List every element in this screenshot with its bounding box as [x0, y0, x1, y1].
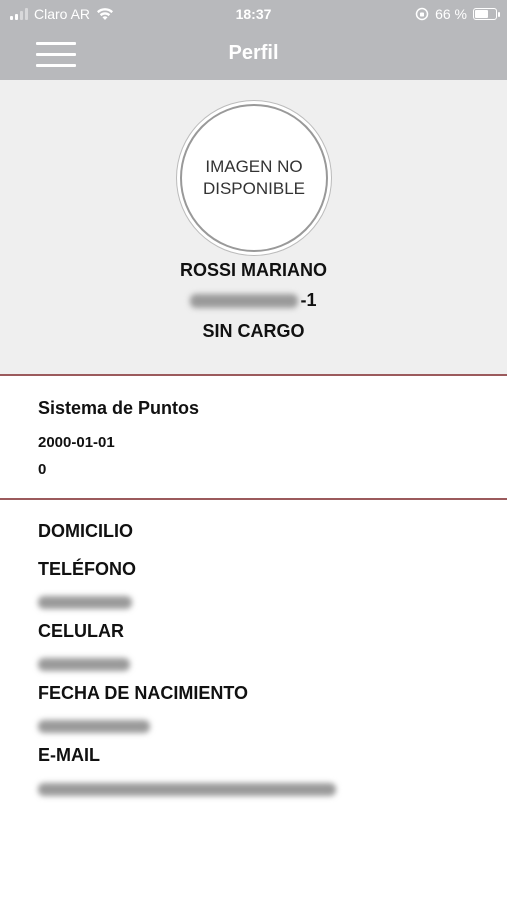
profile-card: IMAGEN NO DISPONIBLE ROSSI MARIANO -1 SI…	[0, 80, 507, 374]
celular-value	[38, 656, 130, 674]
orientation-lock-icon	[415, 7, 429, 21]
profile-id-suffix: -1	[300, 290, 317, 310]
email-label: E-MAIL	[38, 745, 100, 765]
battery-icon	[473, 8, 500, 20]
nav-bar: Perfil	[0, 30, 507, 80]
battery-percent: 66 %	[435, 6, 467, 22]
telefono-value	[38, 594, 132, 612]
redacted-phone	[38, 596, 132, 610]
section-divider	[0, 498, 507, 500]
fecha-nacimiento-value	[38, 718, 150, 736]
redacted-birthdate	[38, 720, 150, 734]
section-divider	[0, 374, 507, 376]
fecha-nacimiento-label: FECHA DE NACIMIENTO	[38, 683, 249, 703]
page-title: Perfil	[228, 42, 279, 64]
celular-label: CELULAR	[38, 621, 124, 641]
points-title: Sistema de Puntos	[38, 398, 200, 418]
points-value: 0	[38, 461, 47, 478]
points-date: 2000-01-01	[38, 434, 115, 451]
redacted-cellphone	[38, 658, 130, 672]
telefono-label: TELÉFONO	[38, 559, 136, 579]
email-value	[38, 781, 336, 799]
redacted-email	[38, 783, 336, 797]
avatar: IMAGEN NO DISPONIBLE	[180, 104, 328, 252]
status-bar: Claro AR 18:37 66 %	[0, 0, 507, 30]
profile-id: -1	[0, 290, 507, 311]
app-header: Claro AR 18:37 66 % Perfil	[0, 0, 507, 80]
avatar-placeholder-text: IMAGEN NO DISPONIBLE	[202, 157, 306, 198]
profile-name: ROSSI MARIANO	[179, 260, 327, 280]
profile-role: SIN CARGO	[202, 321, 305, 341]
domicilio-label: DOMICILIO	[38, 521, 133, 541]
redacted-id	[190, 294, 299, 309]
